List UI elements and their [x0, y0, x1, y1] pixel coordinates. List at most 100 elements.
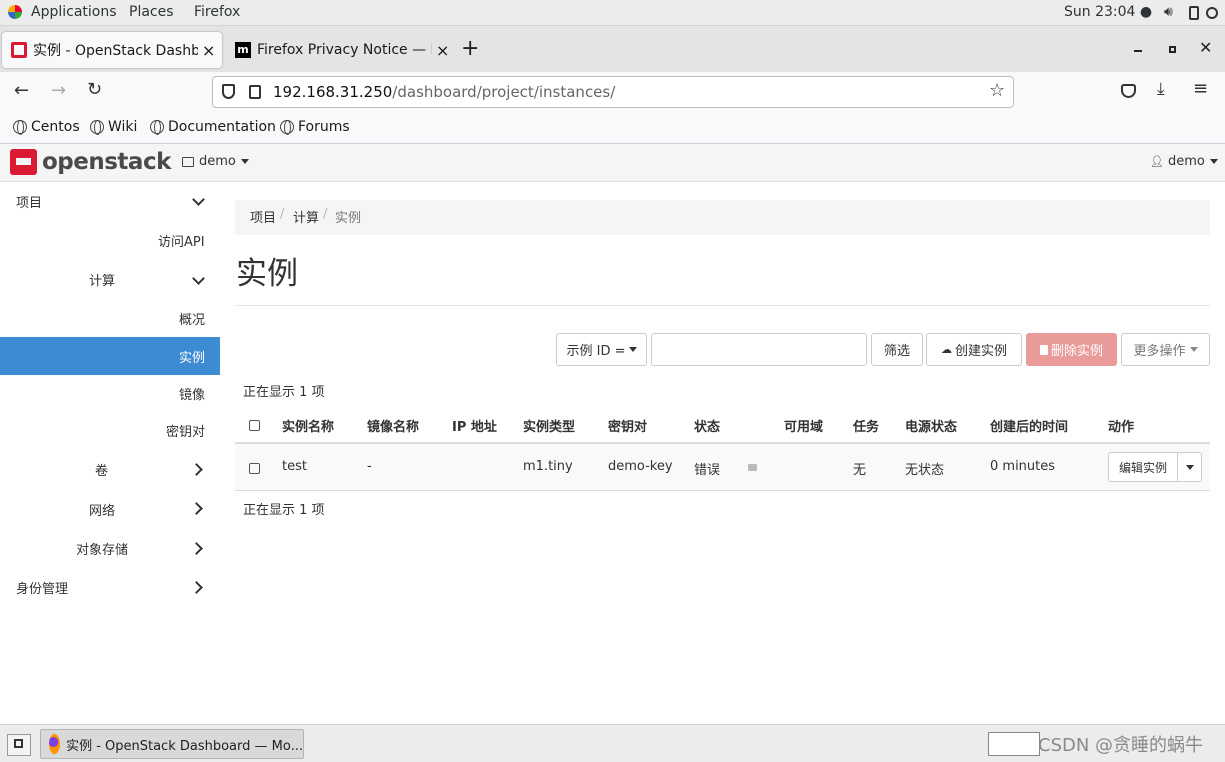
tab-openstack[interactable]: 实例 - OpenStack Dashbo × [2, 32, 222, 68]
chevron-right-icon[interactable] [190, 581, 203, 594]
bookmark-documentation[interactable]: Documentation [150, 119, 276, 135]
bookmark-star-icon[interactable]: ☆ [989, 80, 1005, 101]
system-top-bar: Applications Places Firefox Sun 23:04 ● … [0, 0, 1225, 26]
col-age[interactable]: 创建后的时间 [990, 416, 1068, 435]
sidebar: 项目 访问API 计算 概况 实例 镜像 密钥对 卷 网络 对象存储 身份管理 [0, 182, 220, 724]
globe-icon [150, 120, 164, 135]
taskbar-window-firefox[interactable]: 实例 - OpenStack Dashboard — Mo... [40, 729, 304, 759]
breadcrumb-project[interactable]: 项目 [250, 207, 276, 226]
edit-instance-button[interactable]: 编辑实例 [1108, 452, 1178, 482]
col-ip[interactable]: IP 地址 [452, 416, 497, 435]
instance-flavor-link[interactable]: m1.tiny [523, 459, 573, 474]
url-path: /dashboard/project/instances/ [392, 83, 616, 101]
sidebar-item-overview[interactable]: 概况 [179, 309, 205, 328]
project-name: demo [199, 154, 236, 169]
insecure-lock-icon[interactable] [249, 85, 261, 99]
firefox-menu[interactable]: Firefox [194, 4, 240, 20]
chevron-right-icon[interactable] [190, 502, 203, 515]
col-image[interactable]: 镜像名称 [367, 416, 419, 435]
server-icon [182, 156, 194, 167]
openstack-favicon [11, 42, 27, 58]
sidebar-item-label: 实例 [179, 351, 206, 366]
user-icon: 👤︎ [1150, 155, 1164, 168]
instance-name-link[interactable]: test [282, 459, 307, 474]
sidebar-item-identity[interactable]: 身份管理 [16, 578, 68, 597]
col-az[interactable]: 可用域 [784, 416, 823, 435]
sidebar-item-network[interactable]: 网络 [89, 500, 115, 519]
col-name[interactable]: 实例名称 [282, 416, 334, 435]
close-tab-icon[interactable]: × [202, 41, 215, 60]
places-menu[interactable]: Places [129, 4, 174, 20]
sidebar-item-images[interactable]: 镜像 [179, 384, 205, 403]
minimize-button[interactable] [1134, 50, 1142, 52]
url-bar[interactable]: 192.168.31.250/dashboard/project/instanc… [212, 76, 1014, 108]
bookmark-forums[interactable]: Forums [280, 119, 350, 135]
filter-field-dropdown[interactable]: 示例 ID = [556, 333, 647, 366]
bookmark-wiki[interactable]: Wiki [90, 119, 137, 135]
select-all-checkbox[interactable] [249, 420, 260, 431]
breadcrumb-compute[interactable]: 计算 [293, 207, 319, 226]
table-row [235, 444, 1210, 491]
menu-icon[interactable]: ≡ [1193, 78, 1208, 99]
create-instance-button[interactable]: ☁︎ 创建实例 [926, 333, 1022, 366]
caret-down-icon [1185, 464, 1194, 470]
page-title: 实例 [236, 256, 298, 292]
back-icon[interactable]: ← [14, 80, 29, 101]
col-flavor[interactable]: 实例类型 [523, 416, 575, 435]
sidebar-item-volumes[interactable]: 卷 [95, 460, 108, 479]
close-tab-icon[interactable]: × [436, 41, 449, 60]
openstack-logo[interactable]: openstack [10, 149, 171, 175]
col-actions: 动作 [1108, 420, 1135, 435]
caret-down-icon [628, 347, 637, 352]
power-icon[interactable] [1206, 7, 1218, 19]
sidebar-item-project[interactable]: 项目 [16, 192, 42, 211]
volume-icon[interactable]: 🔊︎ [1164, 4, 1173, 20]
bookmark-label: Wiki [108, 119, 138, 135]
col-power[interactable]: 电源状态 [905, 416, 957, 435]
sidebar-item-compute[interactable]: 计算 [89, 270, 115, 289]
instance-power-state: 无状态 [905, 463, 945, 478]
clock[interactable]: Sun 23:04 ● [1064, 4, 1152, 20]
pocket-icon[interactable] [1121, 84, 1136, 98]
user-menu[interactable]: 👤︎ demo [1150, 154, 1218, 169]
applications-menu[interactable]: Applications [31, 4, 117, 20]
reload-icon[interactable]: ↻ [87, 79, 102, 100]
bookmark-centos[interactable]: Centos [13, 119, 80, 135]
chevron-right-icon[interactable] [190, 463, 203, 476]
close-window-button[interactable]: ✕ [1199, 38, 1212, 57]
tab-privacy-notice[interactable]: m Firefox Privacy Notice — M × [226, 32, 452, 68]
col-keypair[interactable]: 密钥对 [608, 416, 647, 435]
more-actions-button[interactable]: 更多操作 [1121, 333, 1210, 366]
row-checkbox[interactable] [249, 463, 260, 474]
project-selector[interactable]: demo [182, 154, 249, 169]
filter-input[interactable] [651, 333, 867, 366]
network-icon[interactable] [1189, 6, 1199, 20]
chevron-right-icon[interactable] [190, 542, 203, 555]
sidebar-item-keypairs[interactable]: 密钥对 [166, 421, 205, 440]
url-text[interactable]: 192.168.31.250/dashboard/project/instanc… [273, 83, 615, 101]
col-status[interactable]: 状态 [694, 416, 720, 435]
shield-icon[interactable] [222, 84, 235, 99]
tab-title: Firefox Privacy Notice — M [257, 42, 432, 58]
row-actions-dropdown[interactable] [1177, 452, 1202, 482]
sidebar-item-instances[interactable]: 实例 [0, 337, 220, 375]
new-tab-button[interactable]: + [461, 36, 479, 61]
forward-icon[interactable]: → [51, 80, 66, 101]
delete-instances-button[interactable]: 删除实例 [1026, 333, 1117, 366]
filter-button[interactable]: 筛选 [871, 333, 923, 366]
tab-strip: 实例 - OpenStack Dashbo × m Firefox Privac… [0, 26, 1225, 72]
chevron-down-icon[interactable] [192, 272, 205, 285]
maximize-button[interactable] [1169, 46, 1176, 53]
bookmark-label: Documentation [168, 119, 276, 135]
sidebar-item-object-store[interactable]: 对象存储 [76, 539, 128, 558]
title-divider [235, 305, 1210, 306]
user-name: demo [1167, 154, 1205, 169]
workspace-switcher[interactable] [988, 732, 1040, 756]
chevron-down-icon[interactable] [192, 193, 205, 206]
downloads-icon[interactable]: ⤓ [1157, 79, 1165, 99]
sidebar-item-api-access[interactable]: 访问API [158, 231, 205, 250]
create-instance-label: 创建实例 [954, 344, 1007, 359]
col-task[interactable]: 任务 [853, 416, 879, 435]
bookmark-label: Centos [31, 119, 80, 135]
edit-instance-label: 编辑实例 [1118, 460, 1167, 475]
